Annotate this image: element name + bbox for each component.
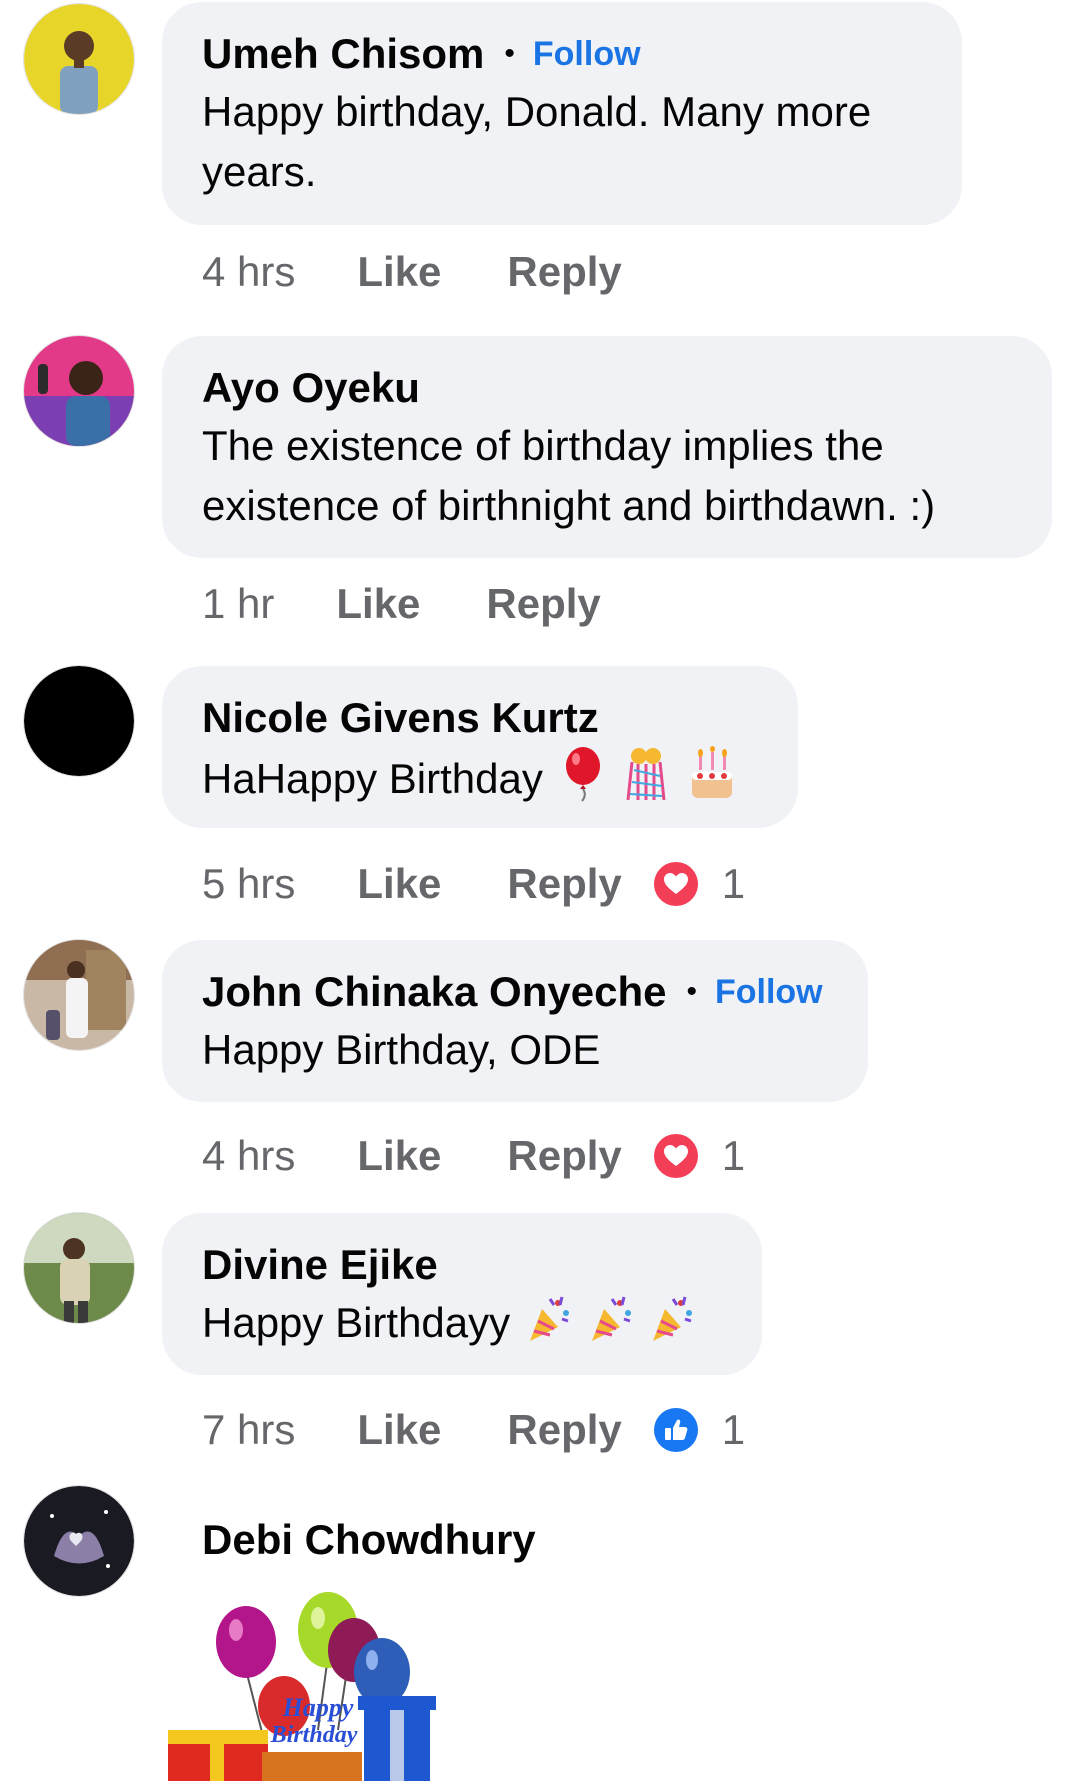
avatar[interactable] bbox=[24, 336, 134, 446]
party-popper-icon bbox=[651, 1293, 695, 1359]
avatar[interactable] bbox=[24, 4, 134, 114]
comment-bubble: John Chinaka Onyeche • Follow Happy Birt… bbox=[162, 940, 868, 1102]
author-name[interactable]: Ayo Oyeku bbox=[202, 362, 420, 414]
separator-dot: • bbox=[686, 975, 697, 1008]
comment-text: Happy Birthday, ODE bbox=[202, 1020, 828, 1080]
reply-button[interactable]: Reply bbox=[486, 578, 600, 630]
confetti-ribbon-icon bbox=[622, 746, 670, 818]
like-button[interactable]: Like bbox=[357, 246, 441, 298]
timestamp[interactable]: 7 hrs bbox=[202, 1404, 295, 1456]
comment-bubble: Ayo Oyeku The existence of birthday impl… bbox=[162, 336, 1052, 558]
reply-button[interactable]: Reply bbox=[507, 246, 621, 298]
comment-actions: 5 hrs Like Reply 1 bbox=[202, 858, 745, 910]
comment-text: HaHappy Birthday bbox=[202, 746, 758, 818]
reply-button[interactable]: Reply bbox=[507, 858, 621, 910]
reaction-count: 1 bbox=[721, 860, 746, 907]
comment-text: Happy birthday, Donald. Many more years. bbox=[202, 82, 922, 202]
follow-button[interactable]: Follow bbox=[715, 973, 823, 1012]
comment-bubble: Divine Ejike Happy Birthdayy bbox=[162, 1213, 762, 1375]
comment-text-line: Happy Birthday, ODE bbox=[202, 1026, 601, 1073]
reply-button[interactable]: Reply bbox=[507, 1130, 621, 1182]
thumbs-up-icon bbox=[653, 1408, 698, 1452]
comment-text: The existence of birthday implies the ex… bbox=[202, 416, 1012, 536]
comment-actions: 4 hrs Like Reply 1 bbox=[202, 1130, 745, 1182]
comment-text-line: years. bbox=[202, 148, 317, 195]
comment-text: Happy Birthdayy bbox=[202, 1293, 722, 1359]
author-name[interactable]: Umeh Chisom bbox=[202, 28, 484, 80]
comment-bubble: Umeh Chisom • Follow Happy birthday, Don… bbox=[162, 2, 962, 225]
author-name[interactable]: John Chinaka Onyeche bbox=[202, 966, 666, 1018]
reaction-summary[interactable]: 1 bbox=[653, 1404, 746, 1456]
comment-text-line: Happy Birthdayy bbox=[202, 1299, 511, 1347]
author-name[interactable]: Divine Ejike bbox=[202, 1239, 438, 1291]
timestamp[interactable]: 1 hr bbox=[202, 578, 274, 630]
reaction-summary[interactable]: 1 bbox=[653, 1130, 746, 1182]
like-button[interactable]: Like bbox=[357, 1130, 441, 1182]
comment-bubble: Nicole Givens Kurtz HaHappy Birthday bbox=[162, 666, 798, 828]
like-button[interactable]: Like bbox=[357, 1404, 441, 1456]
comment-actions: 7 hrs Like Reply 1 bbox=[202, 1404, 745, 1456]
avatar[interactable] bbox=[24, 666, 134, 776]
avatar[interactable] bbox=[24, 1213, 134, 1323]
party-popper-icon bbox=[590, 1293, 634, 1359]
birthday-gif[interactable]: Happy Birthday bbox=[168, 1590, 468, 1781]
birthday-cake-icon bbox=[688, 746, 736, 818]
comment-actions: 1 hr Like Reply bbox=[202, 578, 601, 630]
reaction-summary[interactable]: 1 bbox=[653, 858, 746, 910]
heart-icon bbox=[653, 862, 698, 906]
like-button[interactable]: Like bbox=[336, 578, 420, 630]
comment-actions: 4 hrs Like Reply bbox=[202, 246, 622, 298]
avatar[interactable] bbox=[24, 940, 134, 1050]
comment-text-line: HaHappy Birthday bbox=[202, 755, 543, 803]
author-name[interactable]: Debi Chowdhury bbox=[202, 1516, 536, 1563]
separator-dot: • bbox=[504, 37, 515, 70]
timestamp[interactable]: 5 hrs bbox=[202, 858, 295, 910]
gif-caption: Birthday bbox=[270, 1722, 358, 1748]
author-name[interactable]: Nicole Givens Kurtz bbox=[202, 692, 599, 744]
gif-caption: Happy bbox=[282, 1693, 354, 1722]
timestamp[interactable]: 4 hrs bbox=[202, 246, 295, 298]
reaction-count: 1 bbox=[721, 1406, 746, 1453]
comment-text-line: existence of birthnight and birthdawn. :… bbox=[202, 482, 936, 529]
timestamp[interactable]: 4 hrs bbox=[202, 1130, 295, 1182]
heart-icon bbox=[653, 1134, 698, 1178]
follow-button[interactable]: Follow bbox=[533, 35, 641, 74]
reply-button[interactable]: Reply bbox=[507, 1404, 621, 1456]
comment-text-line: The existence of birthday implies the bbox=[202, 422, 884, 469]
avatar[interactable] bbox=[24, 1486, 134, 1596]
comment-text-line: Happy birthday, Donald. Many more bbox=[202, 88, 872, 135]
balloon-icon bbox=[561, 746, 605, 818]
like-button[interactable]: Like bbox=[357, 858, 441, 910]
party-popper-icon bbox=[528, 1293, 572, 1359]
reaction-count: 1 bbox=[721, 1132, 746, 1179]
